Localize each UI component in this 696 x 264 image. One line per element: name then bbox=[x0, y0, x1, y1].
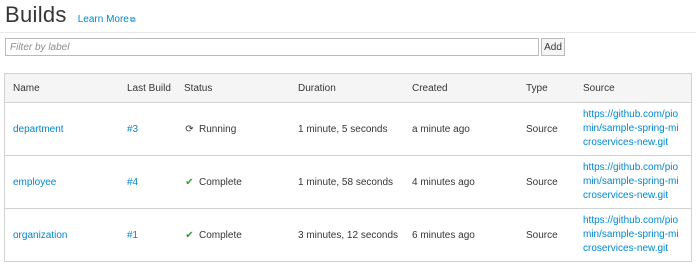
status-label: Running bbox=[199, 123, 237, 135]
checkmark-icon: ✔ bbox=[185, 229, 194, 241]
refresh-icon: ⟳ bbox=[185, 123, 194, 135]
add-filter-button[interactable]: Add bbox=[541, 38, 565, 56]
column-header-status[interactable]: Status bbox=[176, 73, 290, 103]
build-name-link[interactable]: employee bbox=[13, 177, 56, 188]
column-header-source[interactable]: Source bbox=[575, 73, 692, 103]
status-label: Complete bbox=[199, 176, 242, 188]
type-cell: Source bbox=[518, 155, 575, 209]
page-header: Builds Learn More⧉ bbox=[5, 0, 136, 30]
duration-cell: 1 minute, 58 seconds bbox=[290, 155, 404, 209]
status-cell: ⟳ Running bbox=[176, 102, 290, 156]
builds-table: Name Last Build Status Duration Created … bbox=[4, 73, 692, 262]
filter-input[interactable] bbox=[5, 38, 539, 56]
column-header-duration[interactable]: Duration bbox=[290, 73, 404, 103]
created-cell: 4 minutes ago bbox=[404, 155, 518, 209]
created-cell: a minute ago bbox=[404, 102, 518, 156]
build-name-link[interactable]: department bbox=[13, 124, 64, 135]
status-label: Complete bbox=[199, 229, 242, 241]
source-link[interactable]: https://github.com/piomin/sample-spring-… bbox=[583, 162, 679, 201]
learn-more-link[interactable]: Learn More⧉ bbox=[78, 14, 136, 25]
table-row: employee #4 ✔ Complete 1 minute, 58 secon… bbox=[4, 155, 692, 209]
status-cell: ✔ Complete bbox=[176, 155, 290, 209]
learn-more-label: Learn More bbox=[77, 14, 129, 25]
table-row: organization #1 ✔ Complete 3 minutes, 12 … bbox=[4, 208, 692, 262]
last-build-link[interactable]: #4 bbox=[127, 177, 138, 188]
header-divider bbox=[0, 32, 696, 33]
last-build-link[interactable]: #1 bbox=[127, 230, 138, 241]
duration-cell: 1 minute, 5 seconds bbox=[290, 102, 404, 156]
duration-cell: 3 minutes, 12 seconds bbox=[290, 208, 404, 262]
type-cell: Source bbox=[518, 102, 575, 156]
created-cell: 6 minutes ago bbox=[404, 208, 518, 262]
column-header-type[interactable]: Type bbox=[518, 73, 575, 103]
column-header-name[interactable]: Name bbox=[4, 73, 119, 103]
table-header-row: Name Last Build Status Duration Created … bbox=[4, 73, 692, 103]
source-link[interactable]: https://github.com/piomin/sample-spring-… bbox=[583, 215, 679, 254]
table-row: department #3 ⟳ Running 1 minute, 5 secon… bbox=[4, 102, 692, 156]
filter-bar: Add bbox=[5, 38, 565, 56]
status-cell: ✔ Complete bbox=[176, 208, 290, 262]
column-header-created[interactable]: Created bbox=[404, 73, 518, 103]
checkmark-icon: ✔ bbox=[185, 176, 194, 188]
external-link-icon: ⧉ bbox=[129, 15, 136, 24]
type-cell: Source bbox=[518, 208, 575, 262]
column-header-last-build[interactable]: Last Build bbox=[119, 73, 176, 103]
page-title: Builds bbox=[5, 2, 67, 27]
build-name-link[interactable]: organization bbox=[13, 230, 67, 241]
last-build-link[interactable]: #3 bbox=[127, 124, 138, 135]
source-link[interactable]: https://github.com/piomin/sample-spring-… bbox=[583, 109, 679, 148]
